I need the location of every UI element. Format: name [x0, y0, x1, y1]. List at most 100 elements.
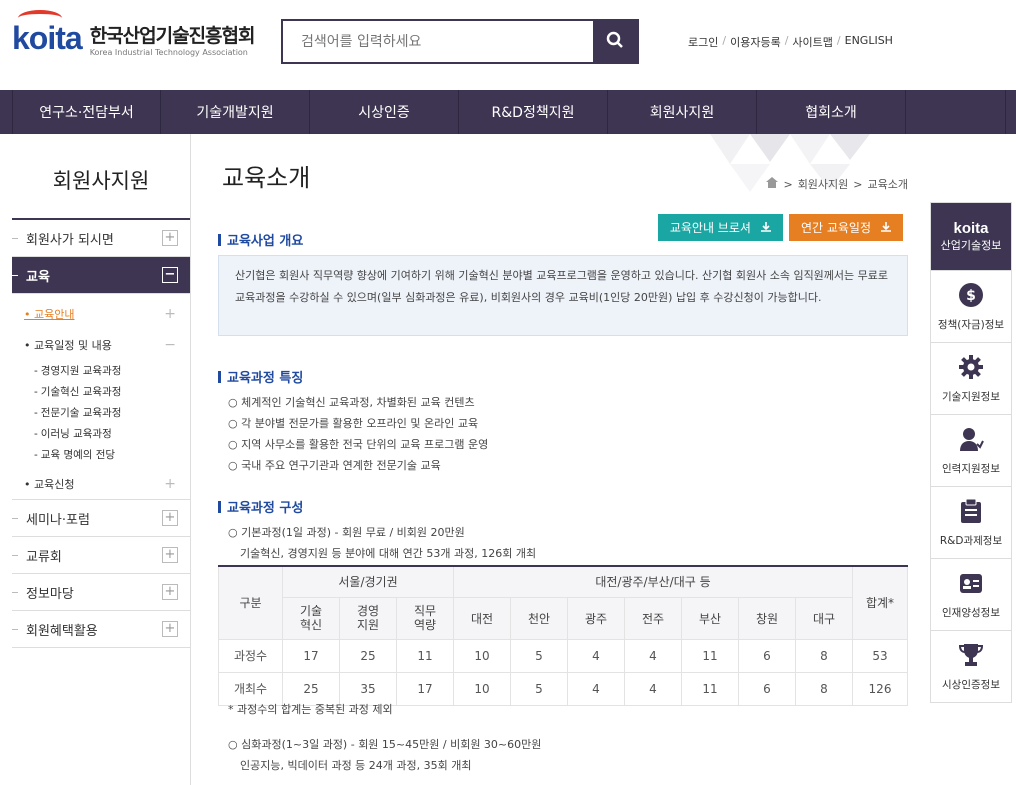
section-title-overview: 교육사업 개요 [218, 230, 303, 249]
side-item-seminar[interactable]: 세미나·포럼 + [12, 500, 190, 537]
advanced-course-text: ○ 심화과정(1~3일 과정) - 회원 15~45만원 / 비회원 30~60… [228, 734, 541, 776]
table-cell: 10 [453, 671, 511, 706]
col-header-region: 천안 [510, 596, 568, 640]
nav-item-rnd-policy[interactable]: R&D정책지원 [459, 90, 608, 134]
nav-item-tech-support[interactable]: 기술개발지원 [161, 90, 310, 134]
col-header-seoul: 서울/경기권 [282, 565, 454, 598]
quick-item-label: 시상인증정보 [942, 679, 1000, 691]
table-cell: 11 [681, 671, 739, 706]
side-item-membership[interactable]: 회원사가 되시면 + [12, 220, 190, 257]
table-cell: 10 [453, 638, 511, 673]
nav-item-about[interactable]: 협회소개 [757, 90, 906, 134]
expand-icon[interactable]: + [162, 621, 178, 637]
collapse-icon[interactable]: − [162, 267, 178, 283]
quick-item-policy[interactable]: $ 정책(자금)정보 [931, 270, 1011, 342]
col-header-mgmt-support: 경영 지원 [339, 596, 397, 640]
expand-icon[interactable]: + [162, 510, 178, 526]
trophy-icon [957, 641, 985, 669]
header-line: 경영 [356, 604, 380, 618]
register-link[interactable]: 이용자등록 [730, 34, 781, 50]
table-row: 과정수 17 25 11 10 5 4 4 11 6 8 53 [218, 638, 908, 673]
nav-spacer [906, 90, 1006, 134]
nav-item-member-support[interactable]: 회원사지원 [608, 90, 757, 134]
quick-item-label: 정책(자금)정보 [937, 319, 1005, 331]
download-buttons: 교육안내 브로셔 연간 교육일정 [657, 214, 903, 241]
expand-icon[interactable]: + [162, 547, 178, 563]
side-item-label: 교육 [26, 269, 50, 285]
quick-item-label: R&D과제정보 [939, 535, 1003, 547]
sub-sub-item[interactable]: 이러닝 교육과정 [34, 423, 190, 444]
sub-item-edu-schedule[interactable]: 교육일정 및 내용 − [12, 329, 190, 360]
table-cell: 4 [567, 638, 625, 673]
button-label: 교육안내 브로셔 [669, 221, 751, 235]
schedule-button[interactable]: 연간 교육일정 [788, 214, 903, 241]
expand-icon[interactable]: + [162, 584, 178, 600]
expand-icon[interactable]: + [164, 306, 176, 322]
side-item-label: 세미나·포럼 [26, 512, 90, 528]
col-header-region: 대전 [453, 596, 511, 640]
english-link[interactable]: ENGLISH [845, 34, 893, 50]
col-header-tech-innovation: 기술 혁신 [282, 596, 340, 640]
table-cell: 17 [282, 638, 340, 673]
quick-item-hr[interactable]: 인력지원정보 [931, 414, 1011, 486]
side-menu-list: 회원사가 되시면 + 교육 − 교육안내 + 교육일정 및 내용 − 경영지원 … [12, 218, 190, 648]
section-title-structure: 교육과정 구성 [218, 497, 303, 516]
collapse-icon[interactable]: − [164, 337, 176, 353]
site-logo[interactable]: koita 한국산업기술진흥협회 Korea Industrial Techno… [12, 10, 255, 57]
login-link[interactable]: 로그인 [688, 34, 718, 50]
sub-sub-item[interactable]: 경영지원 교육과정 [34, 360, 190, 381]
sub-item-edu-apply[interactable]: 교육신청 + [12, 469, 190, 500]
home-icon[interactable] [766, 177, 779, 191]
side-item-exchange[interactable]: 교류회 + [12, 537, 190, 574]
col-header-region: 광주 [567, 596, 625, 640]
expand-icon[interactable]: + [162, 230, 178, 246]
quick-item-talent[interactable]: 인재양성정보 [931, 558, 1011, 630]
sub-sub-item[interactable]: 전문기술 교육과정 [34, 402, 190, 423]
table-cell: 6 [738, 671, 796, 706]
quick-menu-header[interactable]: koita 산업기술정보 [931, 203, 1011, 270]
download-icon [760, 221, 771, 235]
section-title-features: 교육과정 특징 [218, 367, 303, 386]
side-item-education[interactable]: 교육 − [12, 257, 190, 294]
page-title: 교육소개 [222, 164, 311, 192]
table-cell: 17 [396, 671, 454, 706]
sitemap-link[interactable]: 사이트맵 [792, 34, 832, 50]
util-separator: / [722, 34, 727, 47]
gear-icon [957, 353, 985, 381]
nav-item-awards[interactable]: 시상인증 [310, 90, 459, 134]
breadcrumb-item[interactable]: 회원사지원 [798, 176, 849, 192]
quick-logo: koita [953, 220, 989, 237]
search-input[interactable] [283, 21, 593, 62]
side-menu: 회원사지원 회원사가 되시면 + 교육 − 교육안내 + 교육일정 및 내용 −… [12, 134, 191, 785]
col-header-region: 창원 [738, 596, 796, 640]
header-line: 역량 [413, 618, 437, 632]
brochure-button[interactable]: 교육안내 브로셔 [657, 214, 783, 241]
sub-item-edu-guide[interactable]: 교육안내 + [12, 298, 190, 329]
quick-item-tech[interactable]: 기술지원정보 [931, 342, 1011, 414]
feature-list: 체계적인 기술혁신 교육과정, 차별화된 교육 컨텐츠 각 분야별 전문가를 활… [228, 392, 488, 476]
quick-item-rnd[interactable]: R&D과제정보 [931, 486, 1011, 558]
nav-item-labs[interactable]: 연구소·전담부서 [12, 90, 161, 134]
header-line: 혁신 [299, 618, 323, 632]
sub-sub-item[interactable]: 교육 명예의 전당 [34, 444, 190, 465]
quick-item-awards[interactable]: 시상인증정보 [931, 630, 1011, 702]
feature-item: 국내 주요 연구기관과 연계한 전문기술 교육 [228, 455, 488, 476]
quick-menu: koita 산업기술정보 $ 정책(자금)정보 기술지원정보 인력지원정보 R&… [930, 202, 1012, 703]
expand-icon[interactable]: + [164, 476, 176, 492]
side-item-label: 회원사가 되시면 [26, 232, 114, 248]
sub-item-label: 교육신청 [24, 476, 74, 492]
breadcrumb-separator: > [783, 177, 793, 191]
logo-mark: koita [12, 10, 83, 57]
search-button[interactable] [593, 21, 637, 62]
quick-item-label: 기술지원정보 [942, 391, 1000, 403]
breadcrumb-separator: > [853, 177, 863, 191]
side-item-label: 회원혜택활용 [26, 623, 98, 639]
side-menu-title: 회원사지원 [52, 169, 150, 193]
dollar-icon: $ [957, 281, 985, 309]
sub-sub-item[interactable]: 기술혁신 교육과정 [34, 381, 190, 402]
sub-sub-list: 경영지원 교육과정 기술혁신 교육과정 전문기술 교육과정 이러닝 교육과정 교… [12, 360, 190, 469]
side-item-benefits[interactable]: 회원혜택활용 + [12, 611, 190, 648]
table-cell: 126 [852, 671, 908, 706]
table-cell: 4 [624, 638, 682, 673]
side-item-info[interactable]: 정보마당 + [12, 574, 190, 611]
